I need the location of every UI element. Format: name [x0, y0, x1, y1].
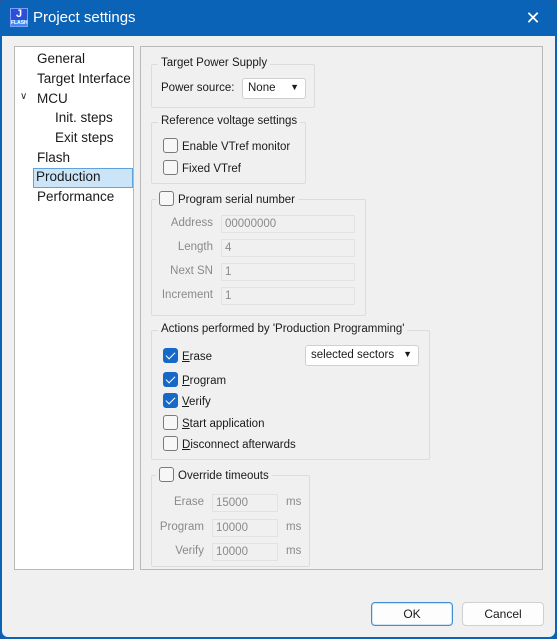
tree-item-exit-steps[interactable]: Exit steps	[53, 130, 116, 145]
window-title: Project settings	[33, 9, 136, 26]
ok-button[interactable]: OK	[371, 602, 453, 626]
erase-checkbox[interactable]: Erase	[163, 348, 212, 363]
program-checkbox[interactable]: Program	[163, 372, 226, 387]
power-source-select[interactable]: None ▼	[242, 78, 306, 99]
jflash-app-icon: J FLASH	[10, 8, 28, 27]
address-field[interactable]: 00000000	[221, 215, 355, 233]
verify-timeout-unit: ms	[286, 545, 302, 557]
next-sn-field[interactable]: 1	[221, 263, 355, 281]
address-label: Address	[170, 217, 213, 229]
checkbox-icon	[163, 415, 178, 430]
power-source-label: Power source:	[161, 82, 235, 94]
dialog-body: General Target Interface ∨ MCU Init. ste…	[2, 36, 555, 637]
reference-voltage-label: Reference voltage settings	[158, 115, 301, 127]
target-power-supply-group: Target Power Supply Power source: None ▼	[151, 57, 315, 108]
project-settings-window: J FLASH Project settings ✕ General Targe…	[0, 0, 557, 639]
program-timeout-label: Program	[159, 521, 204, 533]
verify-timeout-field[interactable]: 10000	[212, 543, 278, 561]
target-power-supply-label: Target Power Supply	[158, 57, 271, 69]
close-icon: ✕	[525, 8, 541, 28]
close-button[interactable]: ✕	[523, 8, 543, 28]
chevron-down-icon[interactable]: ∨	[20, 91, 27, 102]
length-field[interactable]: 4	[221, 239, 355, 257]
program-serial-number-checkbox[interactable]: Program serial number	[156, 191, 298, 206]
reference-voltage-group: Reference voltage settings Enable VTref …	[151, 115, 306, 184]
verify-timeout-label: Verify	[175, 545, 204, 557]
program-timeout-unit: ms	[286, 521, 302, 533]
erase-timeout-label: Erase	[173, 496, 204, 508]
increment-field[interactable]: 1	[221, 287, 355, 305]
checkbox-icon	[159, 191, 174, 206]
length-label: Length	[177, 241, 213, 253]
checkbox-checked-icon	[163, 348, 178, 363]
checkbox-icon	[163, 436, 178, 451]
checkbox-icon	[163, 160, 178, 175]
cancel-button[interactable]: Cancel	[462, 602, 544, 626]
tree-item-production[interactable]: Production	[33, 168, 133, 188]
tree-item-target-interface[interactable]: Target Interface	[35, 71, 133, 86]
tree-item-flash[interactable]: Flash	[35, 150, 72, 165]
program-serial-number-group: Program serial number Address 00000000 L…	[151, 191, 366, 316]
settings-tree: General Target Interface ∨ MCU Init. ste…	[14, 46, 134, 570]
tree-item-general[interactable]: General	[35, 51, 87, 66]
erase-timeout-field[interactable]: 15000	[212, 494, 278, 512]
erase-timeout-unit: ms	[286, 496, 302, 508]
tree-item-performance[interactable]: Performance	[35, 189, 116, 204]
checkbox-checked-icon	[163, 393, 178, 408]
dropdown-arrow-icon: ▼	[403, 349, 412, 359]
production-actions-label: Actions performed by 'Production Program…	[158, 323, 408, 335]
tree-item-mcu[interactable]: MCU	[35, 91, 70, 106]
override-timeouts-group: Override timeouts Erase 15000 ms Program…	[151, 467, 310, 567]
verify-checkbox[interactable]: Verify	[163, 393, 211, 408]
production-actions-group: Actions performed by 'Production Program…	[151, 323, 430, 460]
checkbox-icon	[159, 467, 174, 482]
enable-vtref-monitor-checkbox[interactable]: Enable VTref monitor	[163, 138, 290, 153]
checkbox-checked-icon	[163, 372, 178, 387]
program-timeout-field[interactable]: 10000	[212, 519, 278, 537]
start-application-checkbox[interactable]: Start application	[163, 415, 264, 430]
override-timeouts-checkbox[interactable]: Override timeouts	[156, 467, 272, 482]
fixed-vtref-checkbox[interactable]: Fixed VTref	[163, 160, 241, 175]
next-sn-label: Next SN	[170, 265, 213, 277]
disconnect-afterwards-checkbox[interactable]: Disconnect afterwards	[163, 436, 296, 451]
erase-mode-select[interactable]: selected sectors ▼	[305, 345, 419, 366]
tree-item-init-steps[interactable]: Init. steps	[53, 110, 115, 125]
title-bar[interactable]: J FLASH Project settings ✕	[0, 0, 557, 36]
dropdown-arrow-icon: ▼	[290, 82, 299, 92]
checkbox-icon	[163, 138, 178, 153]
production-settings-panel: Target Power Supply Power source: None ▼…	[140, 46, 543, 570]
increment-label: Increment	[161, 289, 213, 301]
